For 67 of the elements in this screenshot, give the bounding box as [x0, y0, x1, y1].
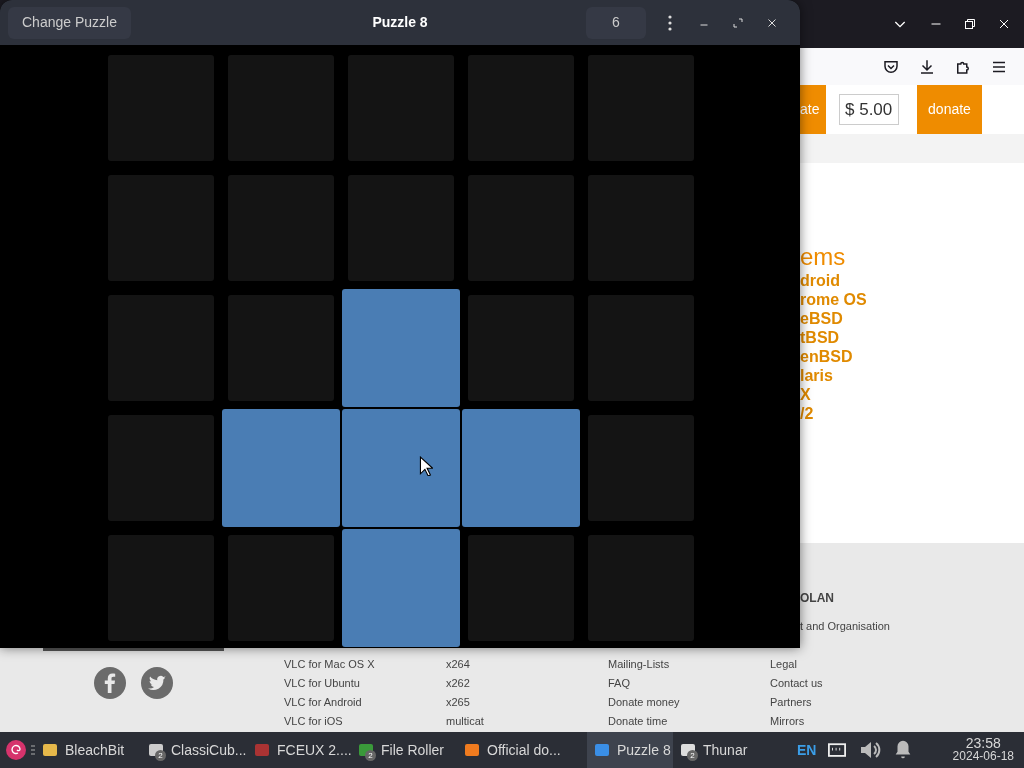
taskbar-label: ClassiCub... [171, 740, 247, 760]
taskbar-item[interactable]: BleachBit [35, 732, 141, 768]
taskbar-label: FCEUX 2.... [277, 740, 352, 760]
app-icon [147, 741, 165, 759]
restore-icon[interactable] [964, 18, 976, 30]
taskbar-label: Official do... [487, 740, 561, 760]
puzzle-tile[interactable] [462, 409, 580, 527]
language-indicator[interactable]: EN [797, 739, 817, 761]
app-icon [253, 741, 271, 759]
close-icon[interactable] [766, 16, 778, 29]
footer-link[interactable]: Partners [770, 693, 932, 712]
app-icon [41, 741, 59, 759]
footer-link[interactable]: FAQ [608, 674, 770, 693]
taskbar-label: Thunar [703, 740, 748, 760]
footer-link[interactable]: multicat [446, 712, 608, 731]
section-heading: ems [800, 243, 847, 271]
cursor-icon [419, 456, 433, 476]
footer-link[interactable]: VLC for Android [284, 693, 446, 712]
moves-counter: 6 [586, 6, 646, 39]
footer-heading: OLAN [800, 590, 834, 607]
taskbar-label: BleachBit [65, 740, 125, 760]
maximize-icon[interactable] [732, 16, 744, 29]
puzzle-tile[interactable] [342, 529, 460, 647]
footer-link[interactable]: VLC for Mac OS X [284, 655, 446, 674]
footer-link[interactable]: Legal [770, 655, 932, 674]
taskbar-item[interactable]: Official do... [457, 732, 587, 768]
footer-link[interactable]: x262 [446, 674, 608, 693]
taskbar-item[interactable]: 2 Thunar [673, 732, 777, 768]
window-title: Puzzle 8 [371, 13, 429, 32]
app-icon [679, 741, 697, 759]
footer-link[interactable]: x265 [446, 693, 608, 712]
footer-link[interactable]: Donate money [608, 693, 770, 712]
start-menu-icon[interactable] [6, 740, 26, 760]
taskbar-item[interactable]: Puzzle 8 [587, 732, 673, 768]
footer-link[interactable]: VLC for iOS [284, 712, 446, 731]
change-puzzle-button[interactable]: Change Puzzle [8, 6, 131, 39]
app-icon [357, 741, 375, 759]
app-icon [463, 741, 481, 759]
clock-date: 2024-06-18 [952, 750, 1014, 763]
footer-link[interactable]: VLC for Ubuntu [284, 674, 446, 693]
footer-link[interactable]: x264 [446, 655, 608, 674]
taskbar-item[interactable]: 2 ClassiCub... [141, 732, 247, 768]
taskbar-item[interactable]: FCEUX 2.... [247, 732, 351, 768]
taskbar-label: Puzzle 8 [617, 740, 671, 760]
footer-link[interactable]: Donate time [608, 712, 770, 731]
taskbar-item[interactable]: 2 File Roller [351, 732, 457, 768]
grip-icon [31, 745, 35, 755]
amount-field[interactable]: $ 5.00 [839, 94, 899, 125]
taskbar-label: File Roller [381, 740, 444, 760]
count-badge: 2 [365, 750, 376, 761]
facebook-icon[interactable] [94, 667, 126, 699]
app-icon [593, 741, 611, 759]
footer-link[interactable]: Mailing-Lists [608, 655, 770, 674]
download-icon[interactable] [918, 57, 936, 76]
close-icon[interactable] [998, 18, 1010, 30]
footer-link[interactable]: t and Organisation [800, 618, 890, 635]
clock-time: 23:58 [965, 737, 1001, 750]
count-badge: 2 [155, 750, 166, 761]
network-icon[interactable] [828, 742, 847, 758]
puzzle-tile[interactable] [342, 409, 460, 527]
footer-link[interactable]: Mirrors [770, 712, 932, 731]
puzzle-tile[interactable] [342, 289, 460, 407]
count-badge: 2 [687, 750, 698, 761]
puzzle-tile[interactable] [222, 409, 340, 527]
twitter-icon[interactable] [141, 667, 173, 699]
more-icon[interactable] [668, 14, 672, 31]
footer-link[interactable]: Contact us [770, 674, 932, 693]
